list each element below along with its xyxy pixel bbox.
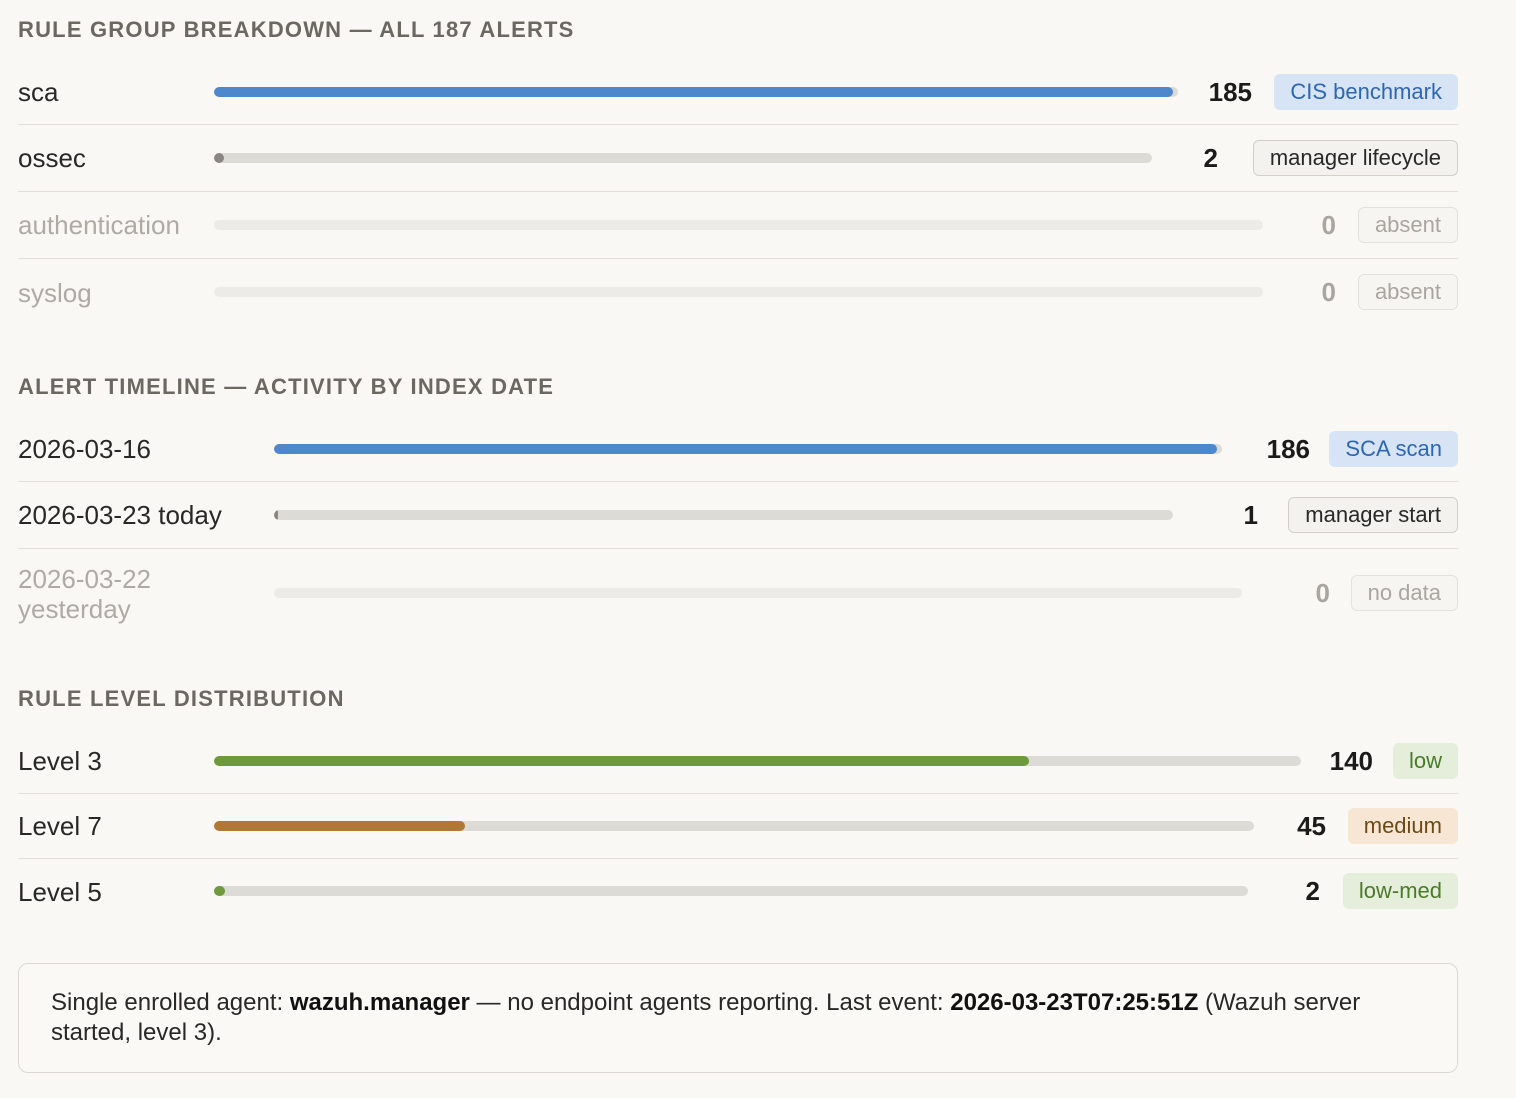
rule-group-row-syslog[interactable]: syslog 0 absent: [18, 259, 1458, 326]
bar-fill: [274, 510, 279, 520]
bar-fill: [214, 756, 1030, 766]
bar-track: [274, 444, 1222, 454]
tag-badge: absent: [1357, 207, 1458, 243]
row-label: 2026-03-22 yesterday: [18, 564, 151, 624]
section-title-rule-groups: RULE GROUP BREAKDOWN — ALL 187 ALERTS: [18, 17, 575, 42]
count-value: 2: [1203, 143, 1218, 173]
bar-fill: [214, 886, 226, 896]
bar-track: [274, 588, 1242, 598]
bar-fill: [214, 821, 465, 831]
summary-middle: — no endpoint agents reporting. Last eve…: [469, 989, 951, 1016]
tag-badge: low: [1392, 743, 1458, 779]
rule-group-row-ossec[interactable]: ossec 2 manager lifecycle: [18, 125, 1458, 192]
count-value: 45: [1297, 811, 1326, 841]
tag-badge: absent: [1357, 274, 1458, 310]
dashboard-panel: RULE GROUP BREAKDOWN — ALL 187 ALERTS sc…: [0, 0, 1516, 1098]
tag-badge: medium: [1347, 808, 1458, 844]
summary-prefix: Single enrolled agent:: [51, 989, 290, 1016]
bar-fill: [274, 444, 1218, 454]
row-label: syslog: [18, 277, 92, 308]
agent-summary-note: Single enrolled agent: wazuh.manager — n…: [18, 963, 1458, 1073]
count-value: 186: [1266, 434, 1310, 464]
level-row-3[interactable]: Level 3 140 low: [18, 729, 1458, 794]
tag-badge: SCA scan: [1329, 431, 1458, 467]
row-label: 2026-03-23 today: [18, 500, 222, 530]
bar-track: [214, 220, 1263, 230]
timeline-section: ALERT TIMELINE — ACTIVITY BY INDEX DATE …: [18, 373, 1458, 624]
agent-name: wazuh.manager: [289, 989, 470, 1016]
bar-track: [214, 87, 1178, 97]
tag-badge: manager lifecycle: [1252, 140, 1458, 176]
rule-group-row-authentication[interactable]: authentication 0 absent: [18, 192, 1458, 259]
bar-fill: [214, 153, 225, 163]
row-label: sca: [18, 77, 59, 107]
bar-track: [214, 821, 1254, 831]
row-label: authentication: [18, 210, 180, 240]
timeline-row-2026-03-16[interactable]: 2026-03-16 186 SCA scan: [18, 417, 1458, 482]
count-value: 140: [1329, 746, 1373, 776]
bar-track: [214, 886, 1248, 896]
tag-badge: manager start: [1288, 497, 1458, 533]
bar-track: [214, 287, 1263, 297]
rule-level-section: RULE LEVEL DISTRIBUTION Level 3 140 low …: [18, 685, 1458, 909]
level-row-7[interactable]: Level 7 45 medium: [18, 794, 1458, 859]
level-row-5[interactable]: Level 5 2 low-med: [18, 859, 1458, 924]
rule-group-section: RULE GROUP BREAKDOWN — ALL 187 ALERTS sc…: [18, 16, 1458, 310]
bar-track: [214, 153, 1152, 163]
count-value: 1: [1243, 500, 1258, 530]
bar-track: [214, 756, 1301, 766]
row-label: Level 5: [18, 876, 102, 907]
section-title-timeline: ALERT TIMELINE — ACTIVITY BY INDEX DATE: [18, 374, 555, 399]
count-value: 2: [1305, 876, 1320, 906]
timeline-row-2026-03-22[interactable]: 2026-03-22 yesterday 0 no data: [18, 549, 1458, 639]
count-value: 0: [1315, 578, 1330, 608]
count-value: 0: [1321, 277, 1336, 307]
row-label: Level 7: [18, 811, 102, 841]
row-label: 2026-03-16: [18, 434, 151, 464]
last-event-timestamp: 2026-03-23T07:25:51Z: [950, 989, 1199, 1016]
section-title-levels: RULE LEVEL DISTRIBUTION: [18, 686, 345, 711]
tag-badge: CIS benchmark: [1274, 74, 1458, 110]
bar-track: [274, 510, 1173, 520]
tag-badge: no data: [1350, 575, 1458, 611]
timeline-row-2026-03-23[interactable]: 2026-03-23 today 1 manager start: [18, 482, 1458, 549]
count-value: 0: [1321, 210, 1336, 240]
bar-fill: [214, 87, 1174, 97]
tag-badge: low-med: [1342, 873, 1458, 909]
row-label: ossec: [18, 143, 86, 173]
count-value: 185: [1208, 77, 1252, 107]
rule-group-row-sca[interactable]: sca 185 CIS benchmark: [18, 60, 1458, 125]
row-label: Level 3: [18, 746, 102, 776]
